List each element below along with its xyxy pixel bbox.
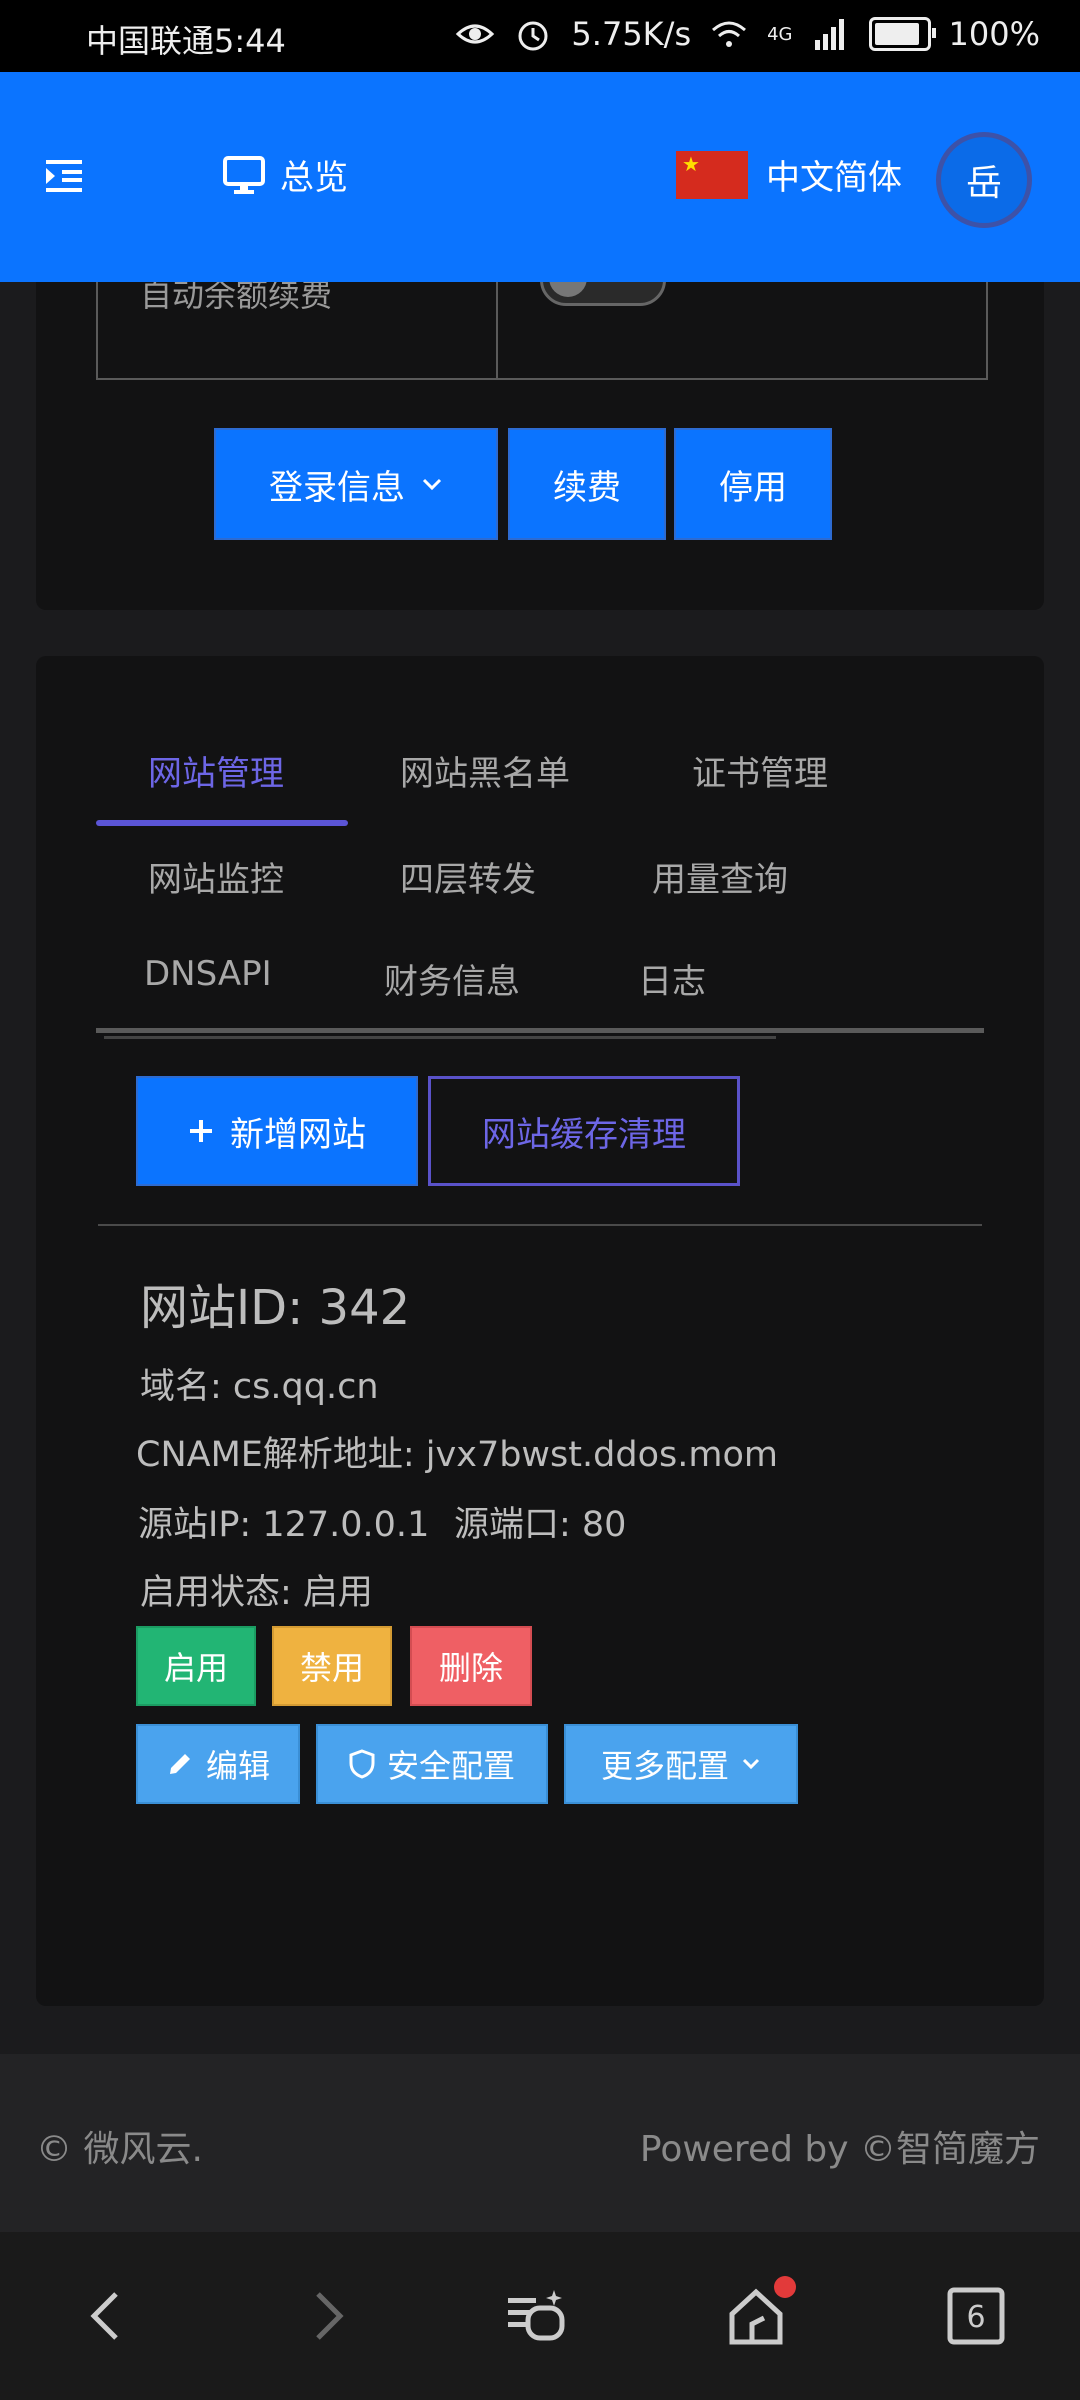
- site-origin-port: 源端口: 80: [454, 1505, 627, 1545]
- cache-clear-button[interactable]: 网站缓存清理: [428, 1076, 740, 1186]
- tab-logs[interactable]: 日志: [638, 954, 706, 1003]
- tab-site-monitor[interactable]: 网站监控: [148, 852, 284, 901]
- ban-button[interactable]: 禁用: [272, 1626, 392, 1706]
- security-config-button[interactable]: 安全配置: [316, 1724, 548, 1804]
- active-tab-indicator: [96, 820, 348, 826]
- battery-percent: 100%: [948, 15, 1040, 53]
- tabs-count-icon[interactable]: 6: [944, 2284, 1008, 2348]
- signal-icon: [814, 19, 844, 50]
- login-info-button[interactable]: 登录信息: [214, 428, 498, 540]
- menu-indent-icon[interactable]: [40, 152, 88, 200]
- forward-arrow-icon[interactable]: [294, 2284, 358, 2348]
- language-selector[interactable]: ★ 中文简体: [676, 150, 902, 199]
- tab-cert-management[interactable]: 证书管理: [692, 746, 828, 795]
- overview-label: 总览: [280, 158, 348, 198]
- tools-icon[interactable]: [504, 2284, 568, 2348]
- avatar-text: 岳: [965, 163, 1002, 204]
- alarm-icon: [518, 21, 548, 51]
- network-type: 4G: [767, 23, 793, 45]
- wifi-icon: [712, 21, 747, 47]
- more-config-button[interactable]: 更多配置: [564, 1724, 798, 1804]
- tab-usage-query[interactable]: 用量查询: [652, 852, 788, 901]
- tab-dnsapi[interactable]: DNSAPI: [144, 954, 272, 994]
- site-status: 启用状态: 启用: [140, 1573, 373, 1613]
- eye-icon: [456, 24, 495, 44]
- china-flag-icon: ★: [676, 150, 748, 199]
- delete-button[interactable]: 删除: [410, 1626, 532, 1706]
- status-right: 5.75K/s 4G 100%: [455, 14, 1040, 54]
- back-arrow-icon[interactable]: [76, 2284, 140, 2348]
- footer-powered-by[interactable]: Powered by ©智简魔方: [640, 2120, 1040, 2172]
- login-info-label: 登录信息: [269, 467, 405, 508]
- tab-l4-forward[interactable]: 四层转发: [400, 852, 536, 901]
- cache-clear-label: 网站缓存清理: [482, 1114, 686, 1155]
- app-header: 总览 ★ 中文简体 岳: [0, 72, 1080, 282]
- add-site-label: 新增网站: [230, 1114, 366, 1155]
- footer-copyright: © 微风云.: [36, 2129, 203, 2170]
- chevron-down-icon: [422, 478, 442, 491]
- chevron-down-icon: [742, 1758, 760, 1770]
- shield-icon: [349, 1749, 375, 1779]
- pencil-icon: [169, 1754, 190, 1774]
- avatar[interactable]: 岳: [936, 132, 1032, 228]
- ban-label: 禁用: [299, 1649, 364, 1687]
- tab-scrollbar[interactable]: [104, 1036, 776, 1039]
- battery-icon: [868, 17, 936, 51]
- edit-label: 编辑: [205, 1747, 270, 1785]
- site-id: 网站ID: 342: [140, 1280, 411, 1336]
- overview-link[interactable]: 总览: [222, 150, 348, 199]
- disable-button[interactable]: 停用: [674, 428, 832, 540]
- tab-site-management[interactable]: 网站管理: [148, 746, 284, 795]
- notification-badge: [774, 2276, 796, 2298]
- edit-button[interactable]: 编辑: [136, 1724, 300, 1804]
- site-origin-ip: 源站IP: 127.0.0.1: [138, 1505, 430, 1545]
- carrier-time: 中国联通5:44: [86, 22, 286, 60]
- renew-button[interactable]: 续费: [508, 428, 666, 540]
- tab-finance-info[interactable]: 财务信息: [384, 954, 520, 1003]
- section-divider: [98, 1224, 982, 1226]
- site-cname: CNAME解析地址: jvx7bwst.ddos.mom: [136, 1435, 778, 1475]
- site-domain: 域名: cs.qq.cn: [140, 1367, 379, 1407]
- disable-label: 停用: [719, 467, 787, 508]
- enable-label: 启用: [163, 1649, 228, 1687]
- more-config-label: 更多配置: [600, 1747, 729, 1785]
- svg-text:6: 6: [966, 2300, 985, 2335]
- monitor-icon: [223, 155, 265, 194]
- net-speed: 5.75K/s: [571, 15, 692, 53]
- plus-icon: [190, 1120, 212, 1142]
- delete-label: 删除: [438, 1649, 503, 1687]
- security-config-label: 安全配置: [386, 1747, 515, 1785]
- enable-button[interactable]: 启用: [136, 1626, 256, 1706]
- tab-site-blacklist[interactable]: 网站黑名单: [400, 746, 570, 795]
- tab-divider: [96, 1028, 984, 1033]
- status-bar: 中国联通5:44 5.75K/s 4G 100%: [0, 0, 1080, 72]
- renew-label: 续费: [553, 467, 621, 508]
- add-site-button[interactable]: 新增网站: [136, 1076, 418, 1186]
- language-label: 中文简体: [766, 158, 902, 198]
